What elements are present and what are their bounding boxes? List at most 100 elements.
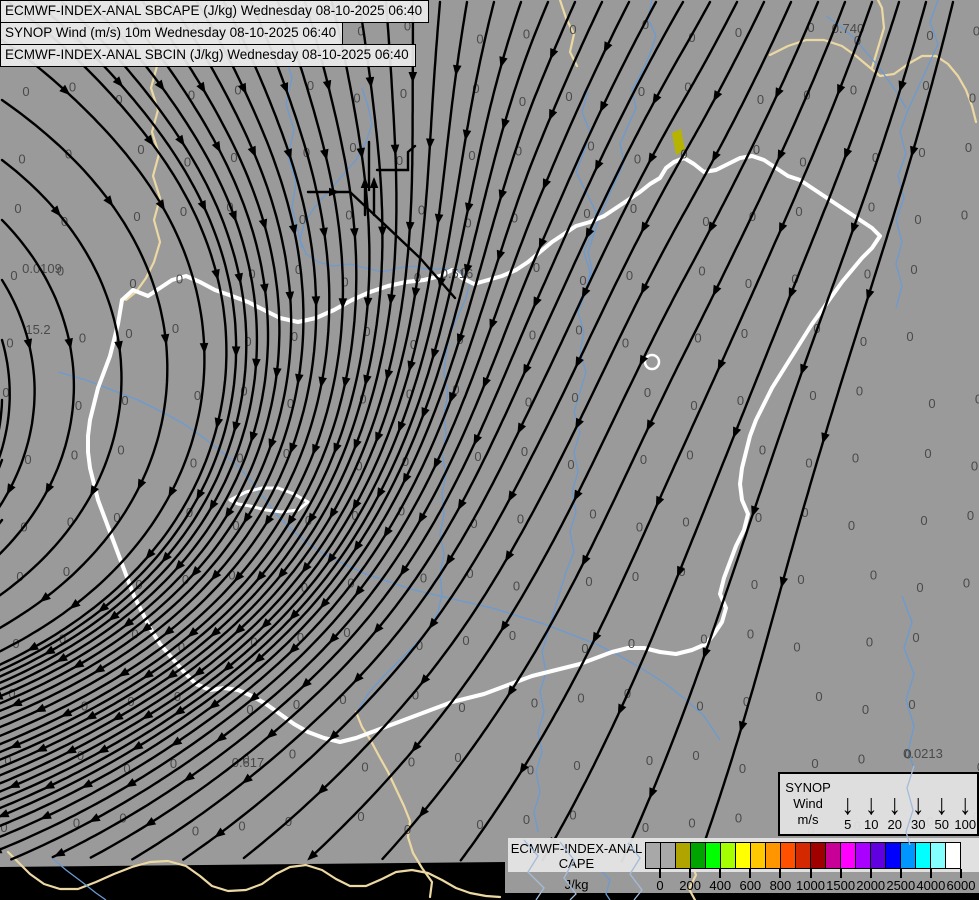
wind-arrow-icon: ↓ [888, 788, 902, 822]
station-zero-value: 0 [565, 89, 572, 104]
wind-legend-title-line: m/s [797, 812, 819, 827]
cape-color-swatch [825, 842, 841, 869]
wind-legend-title: SYNOP Wind m/s [780, 774, 836, 834]
station-zero-value: 0 [567, 457, 574, 472]
station-zero-value: 0 [922, 78, 929, 93]
station-zero-value: 0 [628, 636, 635, 651]
station-zero-value: 0 [474, 449, 481, 464]
station-zero-value: 0 [646, 753, 653, 768]
cape-color-swatch [645, 842, 661, 869]
map-canvas: 0 0 0 0 0 0 0 0 0 0 0 0 0 0 0 0 0 0 0 0 0 0 0 0 0 0 0 0 0 0 0 0 0 0 0 0 0 0 0 0… [0, 0, 979, 900]
cape-color-swatch [705, 842, 721, 869]
station-zero-value: 0 [71, 447, 78, 462]
station-zero-value: 0 [523, 812, 530, 827]
station-zero-value: 0 [692, 748, 699, 763]
station-zero-value: 0 [117, 443, 124, 458]
wind-arrow-icon: ↓ [959, 788, 972, 822]
cape-color-swatch [885, 842, 901, 869]
colorbar-tick-label: 1500 [826, 878, 856, 893]
cape-color-swatch [915, 842, 931, 869]
title-line-sbcin: ECMWF-INDEX-ANAL SBCIN (J/kg) Wednesday … [0, 44, 416, 67]
wind-legend-scale: ↓ 5 ↓ 10 ↓ 20 ↓ 30 ↓ 50 ↓ 100 [836, 774, 977, 834]
station-zero-value: 0 [757, 92, 764, 107]
cape-colorbar [645, 842, 961, 869]
station-zero-value: 0 [632, 569, 639, 584]
station-zero-value: 0 [192, 823, 199, 838]
wind-speed-legend: SYNOP Wind m/s ↓ 5 ↓ 10 ↓ 20 ↓ 30 ↓ 50 ↓ 100 [778, 772, 979, 836]
station-zero-value: 0 [521, 444, 528, 459]
cape-legend-title: ECMWF-INDEX-ANAL [510, 841, 643, 856]
station-zero-value: 0 [910, 262, 917, 277]
station-zero-value: 0 [928, 396, 935, 411]
station-zero-value: 0 [190, 455, 197, 470]
station-zero-value: 0 [585, 574, 592, 589]
station-zero-value: 0 [870, 567, 877, 582]
station-zero-value: 0 [180, 204, 187, 219]
station-zero-value: 0 [688, 815, 695, 830]
station-zero-value: 0 [513, 579, 520, 594]
station-zero-value: 0 [868, 199, 875, 214]
station-zero-value: 0 [523, 27, 530, 42]
station-zero-value: 0 [745, 276, 752, 291]
station-zero-value: 0 [630, 201, 637, 216]
station-zero-value: 0 [75, 398, 82, 413]
station-zero-value: 0 [640, 452, 647, 467]
station-zero-value: 0 [517, 511, 524, 526]
station-zero-value: 0 [682, 515, 689, 530]
station-zero-value: 0 [129, 276, 136, 291]
station-zero-value: 0 [965, 140, 972, 155]
station-zero-value: 0 [349, 140, 356, 155]
station-zero-value: 0 [698, 263, 705, 278]
station-zero-value: 0 [866, 635, 873, 650]
colorbar-tick [929, 869, 932, 878]
cape-legend-units: J/kg [564, 877, 589, 892]
colorbar-tick-label: 2000 [856, 878, 886, 893]
cape-legend-subtitle: CAPE [558, 856, 595, 871]
station-zero-value: 0 [737, 393, 744, 408]
station-zero-value: 0 [969, 91, 976, 106]
wind-legend-entry: ↓ 100 [954, 774, 978, 834]
station-zero-value: 0 [848, 518, 855, 533]
station-zero-value: 0 [809, 388, 816, 403]
station-zero-value: 0 [289, 747, 296, 762]
station-zero-value: 0 [6, 335, 13, 350]
station-zero-value: 0 [468, 148, 475, 163]
cape-color-swatch [930, 842, 946, 869]
wind-arrow-icon: ↓ [841, 788, 855, 822]
station-zero-value: 0 [735, 25, 742, 40]
station-zero-value: 0 [799, 155, 806, 170]
colorbar-tick [899, 869, 902, 878]
station-zero-value: 0 [852, 451, 859, 466]
title-bar: ECMWF-INDEX-ANAL SBCAPE (J/kg) Wednesday… [0, 0, 430, 67]
station-zero-value: 0 [125, 326, 132, 341]
cape-color-swatch [735, 842, 751, 869]
cape-color-swatch [765, 842, 781, 869]
cape-color-swatch [675, 842, 691, 869]
colorbar-tick-label: 4000 [916, 878, 946, 893]
station-zero-value: 0 [702, 214, 709, 229]
station-zero-value: 0 [973, 23, 979, 38]
title-line-sbcape: ECMWF-INDEX-ANAL SBCAPE (J/kg) Wednesday… [0, 0, 430, 23]
station-numeric-value: 0.0213 [903, 746, 943, 761]
station-numeric-value: 15.2 [25, 322, 50, 337]
colorbar-tick [960, 869, 962, 878]
station-zero-value: 0 [963, 575, 970, 590]
colorbar-tick-label: 2500 [886, 878, 916, 893]
station-zero-value: 0 [10, 268, 17, 283]
station-zero-value: 0 [850, 83, 857, 98]
title-line-wind: SYNOP Wind (m/s) 10m Wednesday 08-10-202… [0, 22, 344, 45]
wind-legend-entry: ↓ 20 [883, 774, 907, 834]
cape-color-swatch [840, 842, 856, 869]
station-zero-value: 0 [634, 151, 641, 166]
station-zero-value: 0 [914, 212, 921, 227]
station-zero-value: 0 [690, 398, 697, 413]
station-zero-value: 0 [587, 139, 594, 154]
station-zero-value: 0 [462, 633, 469, 648]
cape-color-swatch [945, 842, 961, 869]
station-zero-value: 0 [856, 383, 863, 398]
colorbar-tick [779, 869, 782, 878]
colorbar-tick-label: 400 [709, 878, 732, 893]
station-zero-value: 0 [569, 22, 576, 37]
station-zero-value: 0 [69, 79, 76, 94]
station-zero-value: 0 [172, 321, 179, 336]
